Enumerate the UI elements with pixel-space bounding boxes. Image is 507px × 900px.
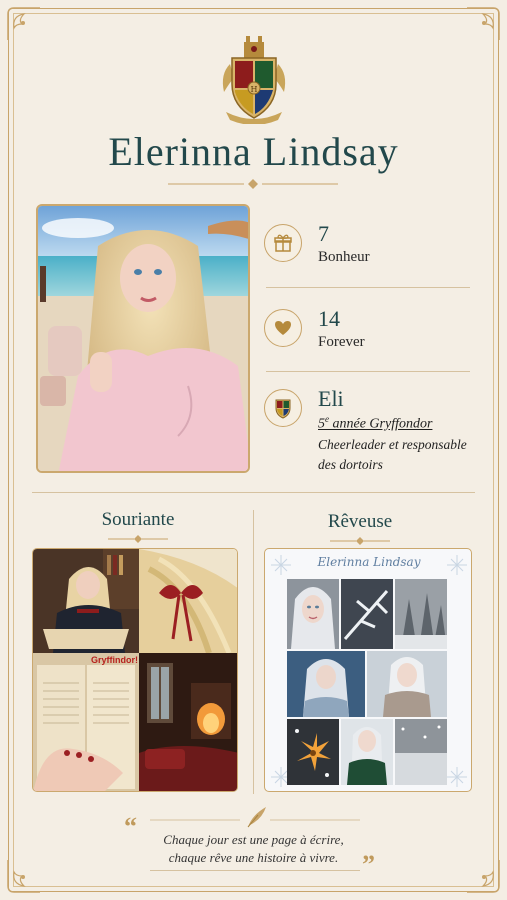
- stat-label-forever: Forever: [318, 334, 365, 350]
- collage-photo-ribbon: [139, 549, 237, 653]
- section-title-reveuse: Rêveuse: [327, 511, 393, 532]
- winter-photo-snowfield: [395, 719, 447, 785]
- quote-bottom-divider: [150, 870, 360, 871]
- collage-photo-book: [33, 653, 139, 791]
- profile-photo: [36, 204, 250, 473]
- section-title-souriante: Souriante: [101, 509, 175, 530]
- souriante-collage: Gryffindor!: [32, 548, 238, 792]
- collage-photo-reading: [33, 549, 139, 653]
- house-year-number: 5: [318, 416, 325, 432]
- winter-portrait-1: [287, 579, 339, 649]
- house-year-text: année Gryffondor: [329, 416, 433, 432]
- corner-ornament-icon: [467, 7, 500, 40]
- stat-value-nickname: Eli: [318, 386, 344, 411]
- close-quote-icon: ”: [362, 850, 375, 879]
- feather-quill-icon: [247, 807, 266, 828]
- house-role: Cheerleader et responsable des dortoirs: [318, 437, 467, 472]
- title-ornament: [108, 535, 168, 543]
- svg-text:H: H: [251, 85, 258, 94]
- gift-icon: [264, 224, 302, 262]
- winter-portrait-2: [287, 651, 365, 717]
- hogwarts-shield-icon: [264, 389, 302, 427]
- collage-photo-common-room: [139, 653, 237, 791]
- reveuse-moodboard: Elerinna Lindsay: [264, 548, 472, 792]
- stat-value-forever: 14: [318, 306, 340, 331]
- name-divider: [168, 179, 338, 189]
- winter-photo-forest: [395, 579, 447, 649]
- stat-divider: [266, 287, 470, 288]
- column-divider: [253, 510, 254, 794]
- stat-label-bonheur: Bonheur: [318, 249, 370, 265]
- quote-divider: [150, 819, 360, 821]
- hogwarts-crest-icon: H: [222, 36, 286, 124]
- winter-photo-snow-branch: [341, 579, 393, 649]
- stat-value-bonheur: 7: [318, 221, 329, 246]
- title-ornament: [330, 537, 390, 545]
- profile-name: Elerinna Lindsay: [108, 129, 399, 174]
- quote-line-1: Chaque jour est une page à écrire,: [163, 832, 344, 847]
- moodboard-title: Elerinna Lindsay: [317, 555, 421, 569]
- stat-divider: [266, 371, 470, 372]
- corner-ornament-icon: [7, 7, 40, 40]
- winter-portrait-3: [367, 651, 447, 717]
- winter-photo-flower: [287, 719, 339, 785]
- heart-icon: [264, 309, 302, 347]
- section-divider: [32, 492, 475, 493]
- winter-portrait-4: [341, 719, 393, 785]
- house-year: 5e année Gryffondor: [318, 414, 432, 433]
- collage-gryffindor-tag: Gryffindor!: [91, 655, 138, 665]
- quote-line-2: chaque rêve une histoire à vivre.: [168, 850, 339, 865]
